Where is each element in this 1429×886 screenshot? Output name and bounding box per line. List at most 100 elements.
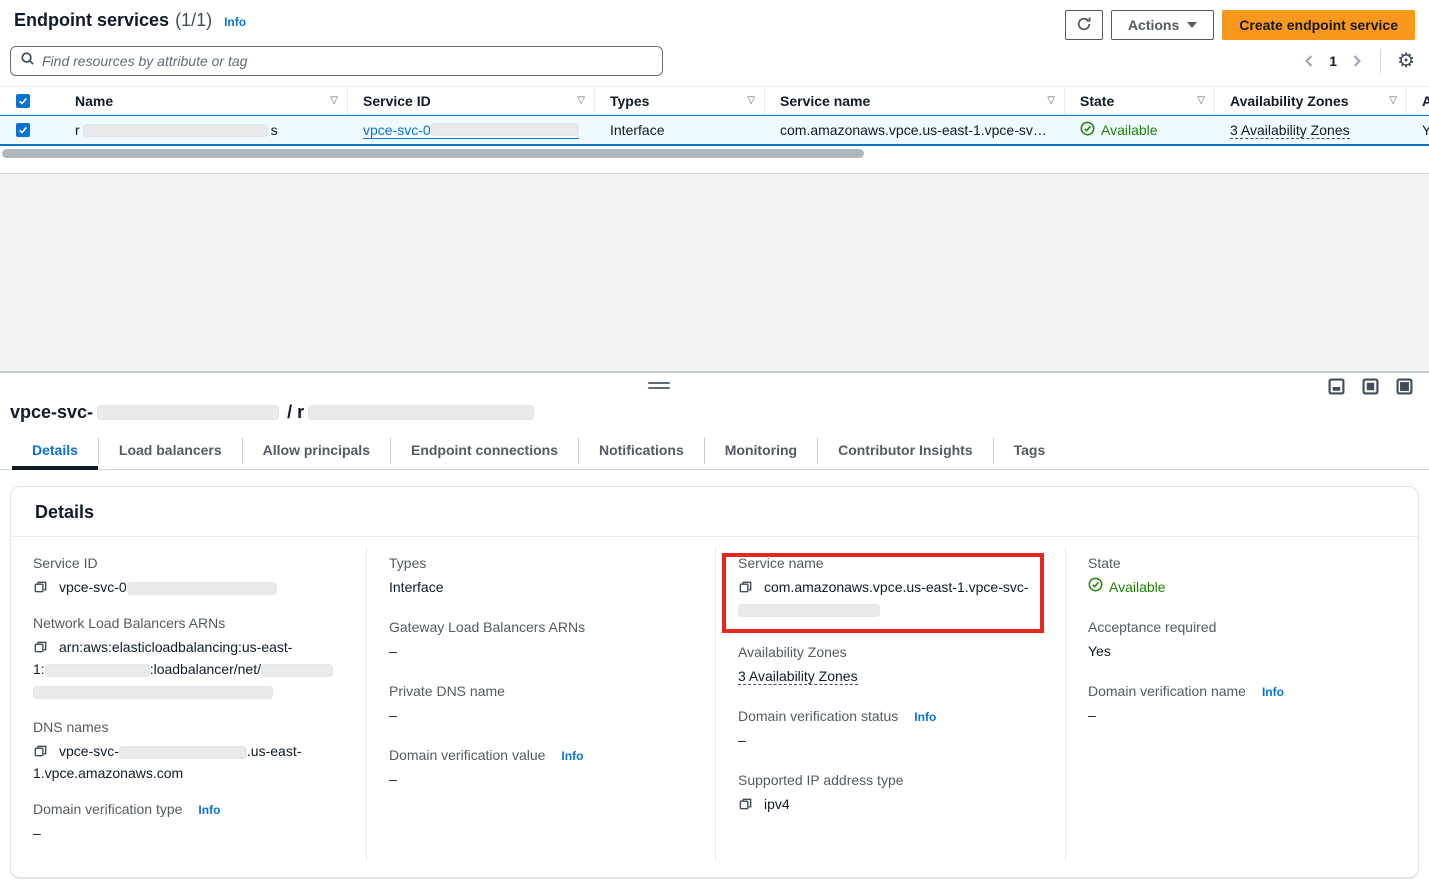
actions-button[interactable]: Actions (1111, 10, 1214, 40)
previous-page-button[interactable] (1302, 52, 1317, 70)
search-icon (20, 51, 35, 71)
cell-name: rs (60, 116, 348, 144)
divider (1380, 49, 1381, 73)
filter-icon[interactable]: ▽ (1047, 95, 1055, 106)
field-service-id: Service ID vpce-svc-0 (33, 555, 346, 598)
tab-notifications[interactable]: Notifications (579, 433, 704, 469)
copy-icon[interactable] (738, 580, 753, 595)
field-private-dns-name: Private DNS name – (389, 683, 695, 726)
status-available-icon (1088, 576, 1103, 598)
refresh-button[interactable] (1065, 10, 1103, 40)
copy-icon[interactable] (33, 744, 48, 759)
cell-service-id: vpce-svc-0 (348, 116, 595, 144)
field-dns-names: DNS names vpce-svc-.us-east- 1.vpce.amaz… (33, 719, 346, 784)
column-header-service-name[interactable]: Service name▽ (765, 87, 1065, 114)
details-column-4: State Available Acceptance required (1066, 547, 1418, 861)
availability-zones-popover-link[interactable]: 3 Availability Zones (738, 668, 858, 685)
field-types: Types Interface (389, 555, 695, 598)
endpoint-services-page: Endpoint services (1/1) Info Actions Cre… (0, 0, 1429, 886)
copy-icon[interactable] (738, 797, 753, 812)
redacted-service-id (97, 405, 279, 420)
field-state: State Available (1088, 555, 1398, 598)
filter-icon[interactable]: ▽ (1197, 95, 1205, 106)
field-supported-ip: Supported IP address type ipv4 (738, 772, 1045, 815)
details-column-1: Service ID vpce-svc-0 Network Load Balan… (11, 547, 367, 861)
tab-contributor-insights[interactable]: Contributor Insights (818, 433, 993, 469)
panel-size-large-icon[interactable] (1396, 378, 1413, 395)
redacted-account-id (45, 664, 150, 677)
filter-icon[interactable]: ▽ (1389, 95, 1397, 106)
field-domain-verification-value: Domain verification valueInfo – (389, 747, 695, 790)
row-checkbox[interactable] (16, 123, 30, 137)
status-available-icon (1080, 121, 1095, 139)
details-card: Details Service ID vpce-svc-0 Network Lo… (10, 486, 1419, 878)
redacted-service-id (431, 123, 579, 136)
horizontal-scrollbar[interactable] (0, 148, 1429, 160)
cell-service-name: com.amazonaws.vpce.us-east-1.vpce-sv… (765, 116, 1065, 144)
resize-drag-handle[interactable] (648, 382, 670, 392)
preferences-gear-icon[interactable]: ⚙ (1397, 51, 1415, 71)
field-domain-verification-type: Domain verification typeInfo – (33, 801, 346, 844)
column-header-types[interactable]: Types▽ (595, 87, 765, 114)
info-link[interactable]: Info (561, 749, 583, 763)
availability-zones-popover-link[interactable]: 3 Availability Zones (1230, 122, 1350, 139)
column-header-name[interactable]: Name▽ (60, 87, 348, 114)
content-background (0, 174, 1429, 371)
redacted-arn-tail (33, 686, 273, 699)
cell-acceptance: Y (1407, 116, 1429, 144)
create-endpoint-service-button[interactable]: Create endpoint service (1222, 10, 1415, 40)
info-link[interactable]: Info (1262, 685, 1284, 699)
service-id-link[interactable]: vpce-svc-0 (363, 122, 579, 139)
select-all-checkbox[interactable] (16, 94, 30, 108)
page-title: Endpoint services (14, 10, 169, 31)
filter-icon[interactable]: ▽ (330, 95, 338, 106)
filter-row: 1 ⚙ (0, 42, 1429, 86)
redacted-service-suffix (738, 604, 880, 617)
panel-size-small-icon[interactable] (1328, 378, 1345, 395)
header-info-link[interactable]: Info (224, 15, 246, 29)
table-header-row: Name▽ Service ID▽ Types▽ Service name▽ S… (0, 86, 1429, 115)
column-header-state[interactable]: State▽ (1065, 87, 1215, 114)
table-row[interactable]: rs vpce-svc-0 Interface com.amazonaws.vp… (0, 115, 1429, 146)
filter-icon[interactable]: ▽ (577, 95, 585, 106)
next-page-button[interactable] (1349, 52, 1364, 70)
panel-size-medium-icon[interactable] (1362, 378, 1379, 395)
copy-icon[interactable] (33, 580, 48, 595)
tab-details[interactable]: Details (12, 433, 98, 469)
redacted-service-name (308, 405, 534, 420)
field-nlb-arns: Network Load Balancers ARNs arn:aws:elas… (33, 615, 346, 702)
tab-endpoint-connections[interactable]: Endpoint connections (391, 433, 578, 469)
column-header-service-id[interactable]: Service ID▽ (348, 87, 595, 114)
details-column-2: Types Interface Gateway Load Balancers A… (367, 547, 716, 861)
redacted-dns (119, 746, 247, 759)
refresh-icon (1076, 16, 1092, 35)
cell-types: Interface (595, 116, 765, 144)
tab-bar: Details Load balancers Allow principals … (0, 433, 1429, 470)
tab-load-balancers[interactable]: Load balancers (99, 433, 242, 469)
cell-state: Available (1065, 116, 1215, 144)
tab-allow-principals[interactable]: Allow principals (243, 433, 390, 469)
redacted-service-id (127, 582, 277, 595)
field-glb-arns: Gateway Load Balancers ARNs – (389, 619, 695, 662)
field-domain-verification-status: Domain verification statusInfo – (738, 708, 1045, 751)
current-page[interactable]: 1 (1329, 53, 1337, 69)
scrollbar-thumb[interactable] (2, 149, 864, 158)
field-service-name: Service name com.amazonaws.vpce.us-east-… (738, 555, 1045, 620)
search-input[interactable] (42, 53, 653, 69)
info-link[interactable]: Info (914, 710, 936, 724)
search-input-wrap[interactable] (10, 46, 663, 76)
field-acceptance-required: Acceptance required Yes (1088, 619, 1398, 662)
pagination: 1 ⚙ (1302, 49, 1415, 73)
info-link[interactable]: Info (198, 803, 220, 817)
column-header-availability-zones[interactable]: Availability Zones▽ (1215, 87, 1407, 114)
tab-tags[interactable]: Tags (994, 433, 1066, 469)
panel-title: vpce-svc- / r (0, 401, 1429, 433)
filter-icon[interactable]: ▽ (747, 95, 755, 106)
copy-icon[interactable] (33, 640, 48, 655)
tab-monitoring[interactable]: Monitoring (705, 433, 817, 469)
page-header: Endpoint services (1/1) Info Actions Cre… (0, 0, 1429, 42)
field-availability-zones: Availability Zones 3 Availability Zones (738, 644, 1045, 687)
column-header-acceptance[interactable]: A (1407, 87, 1429, 114)
redacted-lb-name (261, 664, 333, 677)
redacted-name (83, 124, 268, 137)
